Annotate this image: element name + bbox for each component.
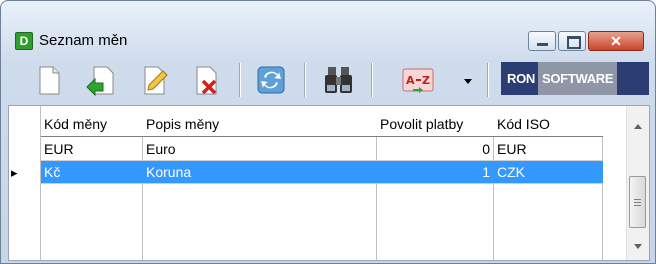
- table-row-cell[interactable]: 1: [377, 161, 494, 184]
- sort-az-icon[interactable]: AZ: [401, 63, 435, 97]
- currency-list-window: D Seznam měn ✕ A Z RON SOFTWARE Kód měny…: [0, 0, 656, 264]
- table-row-cell[interactable]: Kč: [41, 161, 143, 184]
- close-button[interactable]: ✕: [588, 31, 644, 51]
- svg-text:Z: Z: [422, 74, 430, 87]
- svg-text:A: A: [406, 74, 415, 87]
- toolbar-separator: [487, 63, 489, 97]
- brand-software: SOFTWARE: [538, 62, 618, 95]
- close-icon: ✕: [610, 33, 622, 49]
- table-row-cell[interactable]: Koruna: [143, 161, 377, 184]
- window-title: Seznam měn: [39, 32, 128, 49]
- maximize-button[interactable]: [558, 31, 586, 51]
- header-povolit-platby[interactable]: Povolit platby: [377, 106, 494, 137]
- table-row-cell[interactable]: 0: [377, 138, 494, 161]
- scrollbar-thumb[interactable]: [629, 176, 646, 228]
- minimize-icon: [537, 43, 548, 46]
- binoculars-find-icon[interactable]: [322, 63, 356, 97]
- header-popis-meny[interactable]: Popis měny: [143, 106, 377, 137]
- vertical-scrollbar[interactable]: [626, 106, 649, 260]
- table-row-cell[interactable]: EUR: [41, 138, 143, 161]
- scroll-up-icon[interactable]: [634, 124, 642, 129]
- header-kod-iso[interactable]: Kód ISO: [494, 106, 603, 137]
- maximize-icon: [567, 36, 581, 49]
- table-row-cell[interactable]: Euro: [143, 138, 377, 161]
- title-bar[interactable]: D Seznam měn ✕: [1, 1, 655, 53]
- new-document-icon[interactable]: [31, 63, 65, 97]
- header-kod-meny[interactable]: Kód měny: [41, 106, 143, 137]
- delete-icon[interactable]: [189, 63, 223, 97]
- app-icon: D: [15, 32, 33, 50]
- ron-software-logo: RON SOFTWARE: [501, 62, 649, 95]
- toolbar-separator: [371, 63, 373, 97]
- brand-ron: RON: [507, 71, 535, 86]
- currency-grid[interactable]: Kód měny Popis měny Povolit platby Kód I…: [8, 105, 650, 261]
- refresh-icon[interactable]: [255, 63, 289, 97]
- edit-icon[interactable]: [137, 63, 171, 97]
- dropdown-arrow-icon[interactable]: [464, 79, 472, 84]
- current-row-indicator-icon: ▸: [11, 165, 18, 180]
- toolbar-separator: [239, 63, 241, 97]
- open-export-icon[interactable]: [83, 63, 117, 97]
- table-row-cell[interactable]: EUR: [494, 138, 603, 161]
- scroll-down-icon[interactable]: [634, 244, 642, 249]
- minimize-button[interactable]: [528, 31, 556, 51]
- table-row-cell[interactable]: CZK: [494, 161, 603, 184]
- toolbar-separator: [304, 63, 306, 97]
